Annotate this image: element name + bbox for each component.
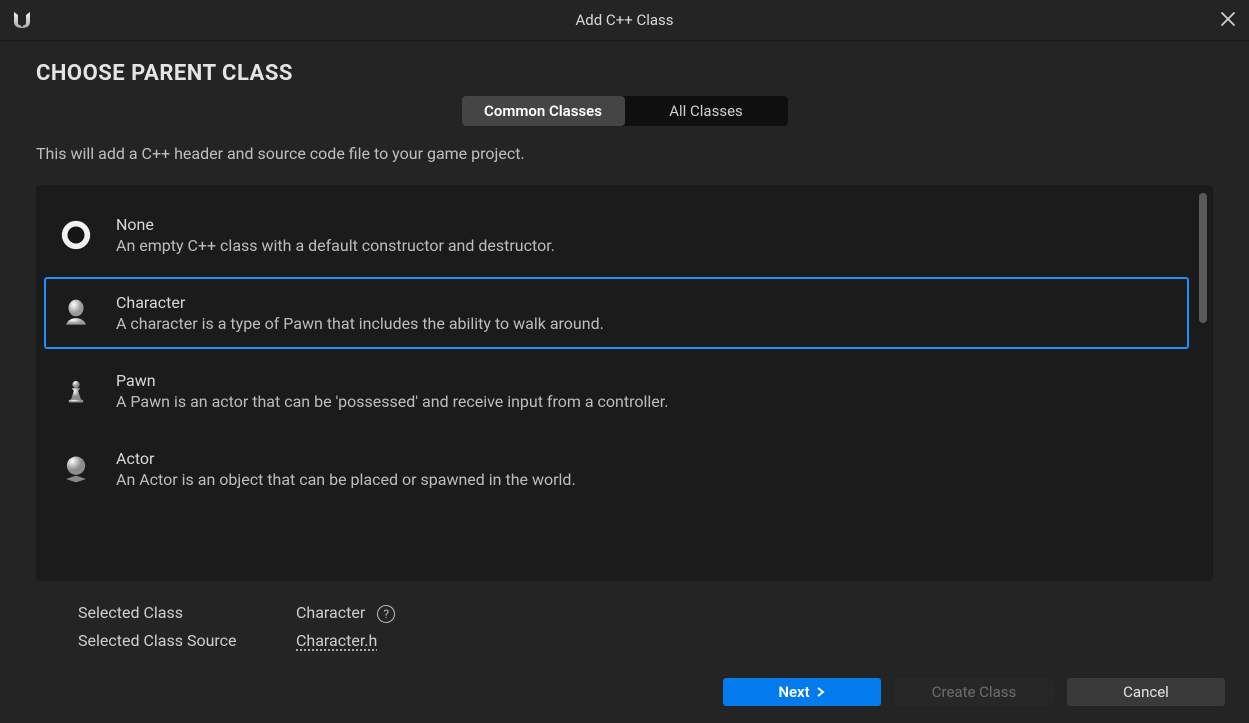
character-icon (58, 295, 94, 331)
selected-source-row: Selected Class Source Character.h (78, 631, 1213, 650)
selected-class-row: Selected Class Character ? (78, 603, 1213, 623)
class-name: None (116, 215, 555, 234)
none-icon (58, 217, 94, 253)
create-class-button: Create Class (895, 678, 1053, 706)
selected-class-label: Selected Class (78, 603, 254, 622)
tab-all-classes[interactable]: All Classes (625, 96, 788, 126)
class-filter-tabs: Common Classes All Classes (462, 96, 788, 126)
selected-source-label: Selected Class Source (78, 631, 254, 650)
scrollbar-thumb[interactable] (1199, 193, 1207, 323)
unreal-logo-icon (10, 8, 34, 32)
class-description: An empty C++ class with a default constr… (116, 236, 555, 255)
class-row-character[interactable]: Character A character is a type of Pawn … (44, 277, 1189, 349)
chevron-right-icon (816, 683, 826, 701)
class-row-actor[interactable]: Actor An Actor is an object that can be … (44, 433, 1189, 505)
cancel-button[interactable]: Cancel (1067, 678, 1225, 706)
class-name: Pawn (116, 371, 668, 390)
class-description: A character is a type of Pawn that inclu… (116, 314, 604, 333)
tab-common-classes[interactable]: Common Classes (462, 96, 625, 126)
titlebar: Add C++ Class (0, 0, 1249, 40)
actor-icon (58, 451, 94, 487)
close-icon[interactable] (1219, 10, 1237, 28)
next-button[interactable]: Next (723, 678, 881, 706)
selected-source-value[interactable]: Character.h (296, 631, 377, 650)
class-row-none[interactable]: None An empty C++ class with a default c… (44, 199, 1189, 271)
page-heading: CHOOSE PARENT CLASS (36, 61, 1213, 86)
class-description: An Actor is an object that can be placed… (116, 470, 576, 489)
page-description: This will add a C++ header and source co… (36, 144, 1213, 163)
class-description: A Pawn is an actor that can be 'possesse… (116, 392, 668, 411)
class-row-pawn[interactable]: Pawn A Pawn is an actor that can be 'pos… (44, 355, 1189, 427)
class-name: Actor (116, 449, 576, 468)
selected-class-value: Character (296, 603, 365, 622)
class-name: Character (116, 293, 604, 312)
next-button-label: Next (778, 683, 809, 701)
pawn-icon (58, 373, 94, 409)
class-list: None An empty C++ class with a default c… (36, 185, 1213, 581)
help-icon[interactable]: ? (377, 605, 395, 623)
window-title: Add C++ Class (576, 11, 674, 29)
